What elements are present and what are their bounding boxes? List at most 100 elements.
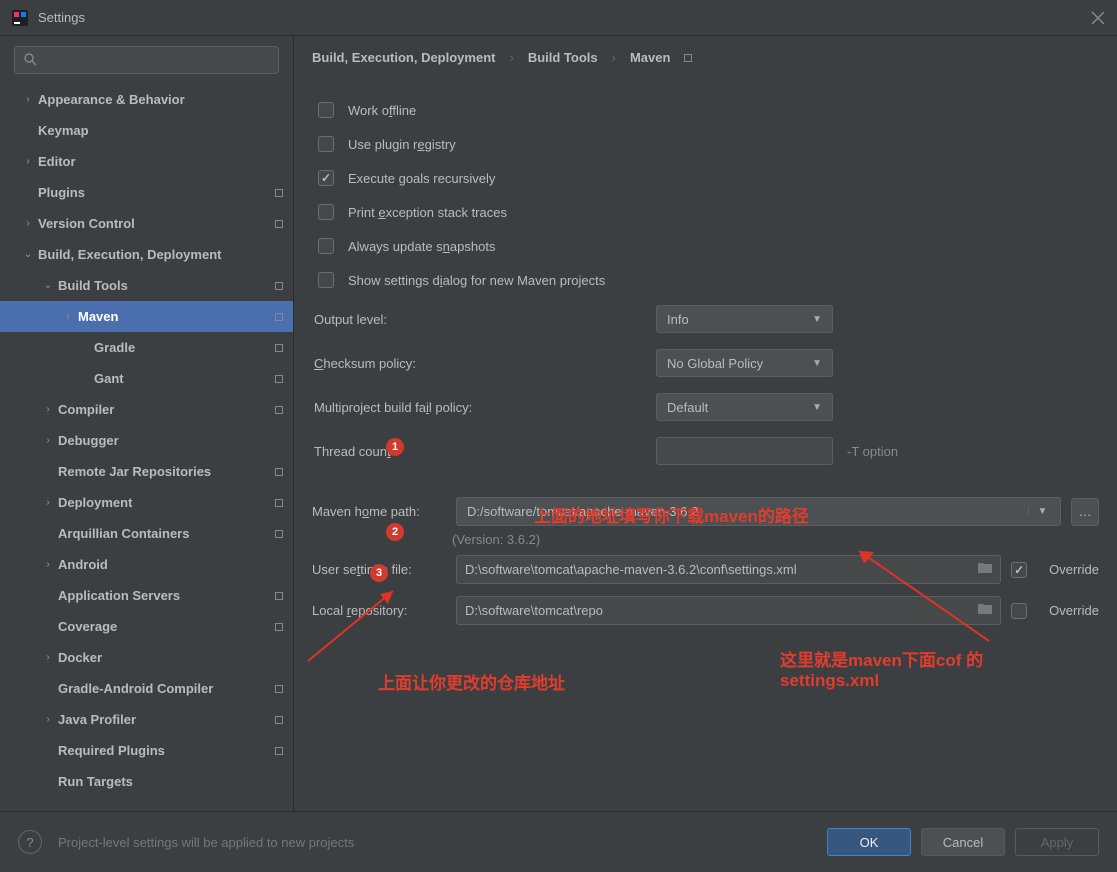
sidebar-item-label: Appearance & Behavior xyxy=(38,92,293,107)
sidebar-item-deployment[interactable]: ›Deployment xyxy=(0,487,293,518)
output-level-dropdown[interactable]: Info▼ xyxy=(656,305,833,333)
project-marker-icon xyxy=(275,685,283,693)
project-marker-icon xyxy=(275,313,283,321)
sidebar-item-build-execution-deployment[interactable]: ⌄Build, Execution, Deployment xyxy=(0,239,293,270)
checksum-policy-dropdown[interactable]: No Global Policy▼ xyxy=(656,349,833,377)
project-marker-icon xyxy=(275,220,283,228)
project-marker-icon xyxy=(275,468,283,476)
use-plugin-registry-checkbox[interactable] xyxy=(318,136,334,152)
chevron-icon: ⌄ xyxy=(40,280,56,291)
help-button[interactable]: ? xyxy=(18,830,42,854)
checksum-policy-label: Checksum policy: xyxy=(312,356,656,371)
sidebar-item-label: Android xyxy=(58,557,293,572)
sidebar-item-label: Required Plugins xyxy=(58,743,275,758)
sidebar-item-label: Keymap xyxy=(38,123,293,138)
chevron-down-icon: ▼ xyxy=(1028,506,1050,517)
sidebar-item-label: Build Tools xyxy=(58,278,275,293)
ok-button[interactable]: OK xyxy=(827,828,911,856)
always-update-checkbox[interactable] xyxy=(318,238,334,254)
sidebar-item-label: Gant xyxy=(94,371,275,386)
sidebar-item-run-targets[interactable]: Run Targets xyxy=(0,766,293,797)
breadcrumb: Build, Execution, Deployment › Build Too… xyxy=(312,50,1099,65)
sidebar-item-gant[interactable]: Gant xyxy=(0,363,293,394)
chevron-icon: › xyxy=(40,559,56,570)
project-marker-icon xyxy=(275,189,283,197)
project-marker-icon xyxy=(275,344,283,352)
chevron-icon: › xyxy=(20,156,36,167)
sidebar-item-label: Java Profiler xyxy=(58,712,275,727)
close-icon[interactable] xyxy=(1091,11,1105,25)
search-input[interactable] xyxy=(14,46,279,74)
execute-goals-checkbox[interactable] xyxy=(318,170,334,186)
maven-home-dropdown[interactable]: D:/software/tomcat/apache-maven-3.6.2▼ xyxy=(456,497,1061,526)
sidebar-item-label: Arquillian Containers xyxy=(58,526,275,541)
sidebar-item-build-tools[interactable]: ⌄Build Tools xyxy=(0,270,293,301)
chevron-icon: › xyxy=(40,497,56,508)
show-settings-dialog-checkbox[interactable] xyxy=(318,272,334,288)
user-settings-label: User settings file: xyxy=(312,562,446,577)
chevron-icon: › xyxy=(40,404,56,415)
sidebar-item-version-control[interactable]: ›Version Control xyxy=(0,208,293,239)
sidebar-item-label: Deployment xyxy=(58,495,275,510)
sidebar-item-label: Maven xyxy=(78,309,275,324)
sidebar-item-remote-jar-repositories[interactable]: Remote Jar Repositories xyxy=(0,456,293,487)
breadcrumb-item[interactable]: Build Tools xyxy=(528,50,598,65)
sidebar-item-keymap[interactable]: Keymap xyxy=(0,115,293,146)
breadcrumb-item[interactable]: Build, Execution, Deployment xyxy=(312,50,495,65)
thread-count-label: Thread count xyxy=(312,444,656,459)
output-level-label: Output level: xyxy=(312,312,656,327)
sidebar-item-arquillian-containers[interactable]: Arquillian Containers xyxy=(0,518,293,549)
sidebar-item-debugger[interactable]: ›Debugger xyxy=(0,425,293,456)
print-exception-label: Print exception stack traces xyxy=(348,205,507,220)
annotation-text: settings.xml xyxy=(780,671,879,691)
breadcrumb-item: Maven xyxy=(630,50,670,65)
thread-count-input[interactable] xyxy=(656,437,833,465)
fail-policy-dropdown[interactable]: Default▼ xyxy=(656,393,833,421)
project-marker-icon xyxy=(275,499,283,507)
sidebar-item-gradle[interactable]: Gradle xyxy=(0,332,293,363)
maven-version-text: (Version: 3.6.2) xyxy=(452,532,1099,547)
project-marker-icon xyxy=(275,623,283,631)
sidebar-item-android[interactable]: ›Android xyxy=(0,549,293,580)
sidebar-item-application-servers[interactable]: Application Servers xyxy=(0,580,293,611)
override-label: Override xyxy=(1049,603,1099,618)
app-icon xyxy=(12,10,28,26)
work-offline-checkbox[interactable] xyxy=(318,102,334,118)
project-marker-icon xyxy=(275,530,283,538)
sidebar-item-gradle-android-compiler[interactable]: Gradle-Android Compiler xyxy=(0,673,293,704)
sidebar-item-java-profiler[interactable]: ›Java Profiler xyxy=(0,704,293,735)
override-label: Override xyxy=(1049,562,1099,577)
apply-button[interactable]: Apply xyxy=(1015,828,1099,856)
show-settings-dialog-label: Show settings dialog for new Maven proje… xyxy=(348,273,605,288)
use-plugin-registry-label: Use plugin registry xyxy=(348,137,456,152)
sidebar-item-label: Build, Execution, Deployment xyxy=(38,247,293,262)
local-repo-override-checkbox[interactable] xyxy=(1011,603,1027,619)
cancel-button[interactable]: Cancel xyxy=(921,828,1005,856)
project-marker-icon xyxy=(684,54,692,62)
arrow-icon xyxy=(298,586,398,666)
chevron-down-icon: ▼ xyxy=(812,402,822,413)
sidebar-item-appearance-behavior[interactable]: ›Appearance & Behavior xyxy=(0,84,293,115)
execute-goals-label: Execute goals recursively xyxy=(348,171,495,186)
sidebar-item-label: Coverage xyxy=(58,619,275,634)
sidebar-item-label: Version Control xyxy=(38,216,275,231)
browse-button[interactable]: … xyxy=(1071,498,1099,526)
chevron-icon: › xyxy=(40,435,56,446)
sidebar-item-label: Application Servers xyxy=(58,588,275,603)
sidebar-item-compiler[interactable]: ›Compiler xyxy=(0,394,293,425)
window-title: Settings xyxy=(38,10,1091,25)
sidebar-item-maven[interactable]: ›Maven xyxy=(0,301,293,332)
print-exception-checkbox[interactable] xyxy=(318,204,334,220)
project-marker-icon xyxy=(275,375,283,383)
sidebar-item-plugins[interactable]: Plugins xyxy=(0,177,293,208)
sidebar-item-label: Debugger xyxy=(58,433,293,448)
chevron-icon: ⌄ xyxy=(20,249,36,260)
fail-policy-label: Multiproject build fail policy: xyxy=(312,400,656,415)
sidebar-item-label: Gradle xyxy=(94,340,275,355)
sidebar-item-coverage[interactable]: Coverage xyxy=(0,611,293,642)
user-settings-override-checkbox[interactable] xyxy=(1011,562,1027,578)
sidebar-item-editor[interactable]: ›Editor xyxy=(0,146,293,177)
chevron-icon: › xyxy=(60,311,76,322)
sidebar-item-required-plugins[interactable]: Required Plugins xyxy=(0,735,293,766)
sidebar-item-docker[interactable]: ›Docker xyxy=(0,642,293,673)
